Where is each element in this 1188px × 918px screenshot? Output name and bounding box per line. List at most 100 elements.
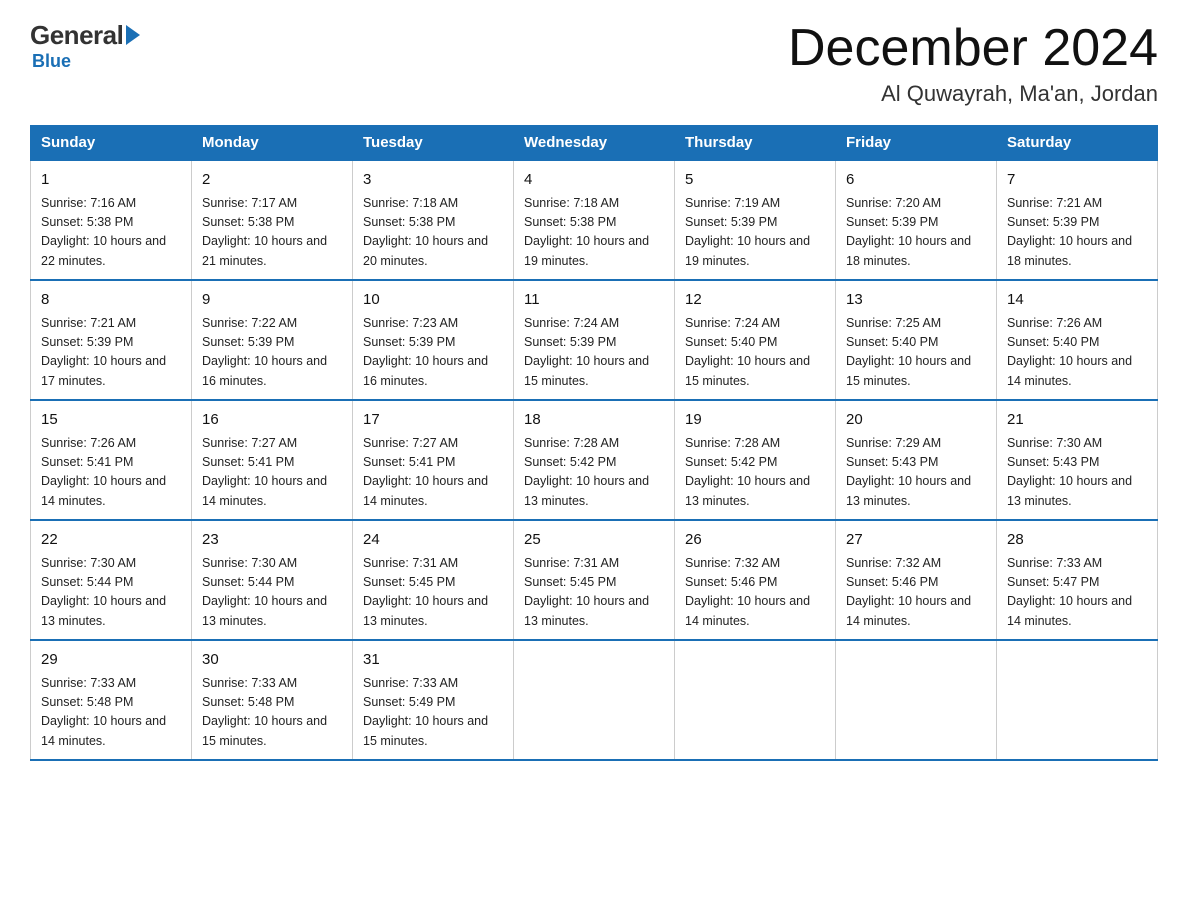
logo-triangle-icon: [126, 25, 140, 45]
day-info: Sunrise: 7:19 AMSunset: 5:39 PMDaylight:…: [685, 194, 825, 272]
day-number: 11: [524, 289, 664, 312]
day-info: Sunrise: 7:28 AMSunset: 5:42 PMDaylight:…: [524, 434, 664, 512]
table-row: 6Sunrise: 7:20 AMSunset: 5:39 PMDaylight…: [836, 160, 997, 280]
day-info: Sunrise: 7:32 AMSunset: 5:46 PMDaylight:…: [846, 554, 986, 632]
day-info: Sunrise: 7:30 AMSunset: 5:43 PMDaylight:…: [1007, 434, 1147, 512]
day-number: 2: [202, 169, 342, 192]
day-info: Sunrise: 7:29 AMSunset: 5:43 PMDaylight:…: [846, 434, 986, 512]
day-number: 1: [41, 169, 181, 192]
day-info: Sunrise: 7:18 AMSunset: 5:38 PMDaylight:…: [363, 194, 503, 272]
logo-blue-text: Blue: [32, 51, 71, 72]
day-number: 29: [41, 649, 181, 672]
table-row: 31Sunrise: 7:33 AMSunset: 5:49 PMDayligh…: [353, 640, 514, 760]
day-info: Sunrise: 7:27 AMSunset: 5:41 PMDaylight:…: [363, 434, 503, 512]
day-info: Sunrise: 7:21 AMSunset: 5:39 PMDaylight:…: [41, 314, 181, 392]
table-row: 18Sunrise: 7:28 AMSunset: 5:42 PMDayligh…: [514, 400, 675, 520]
day-number: 19: [685, 409, 825, 432]
day-info: Sunrise: 7:33 AMSunset: 5:48 PMDaylight:…: [41, 674, 181, 752]
day-number: 24: [363, 529, 503, 552]
day-number: 3: [363, 169, 503, 192]
column-header-wednesday: Wednesday: [514, 126, 675, 161]
day-info: Sunrise: 7:20 AMSunset: 5:39 PMDaylight:…: [846, 194, 986, 272]
day-info: Sunrise: 7:28 AMSunset: 5:42 PMDaylight:…: [685, 434, 825, 512]
day-info: Sunrise: 7:22 AMSunset: 5:39 PMDaylight:…: [202, 314, 342, 392]
day-number: 21: [1007, 409, 1147, 432]
table-row: 3Sunrise: 7:18 AMSunset: 5:38 PMDaylight…: [353, 160, 514, 280]
day-number: 12: [685, 289, 825, 312]
table-row: 10Sunrise: 7:23 AMSunset: 5:39 PMDayligh…: [353, 280, 514, 400]
table-row: 26Sunrise: 7:32 AMSunset: 5:46 PMDayligh…: [675, 520, 836, 640]
page-subtitle: Al Quwayrah, Ma'an, Jordan: [788, 81, 1158, 107]
table-row: 25Sunrise: 7:31 AMSunset: 5:45 PMDayligh…: [514, 520, 675, 640]
day-number: 8: [41, 289, 181, 312]
table-row: 16Sunrise: 7:27 AMSunset: 5:41 PMDayligh…: [192, 400, 353, 520]
day-info: Sunrise: 7:17 AMSunset: 5:38 PMDaylight:…: [202, 194, 342, 272]
day-info: Sunrise: 7:24 AMSunset: 5:39 PMDaylight:…: [524, 314, 664, 392]
day-info: Sunrise: 7:30 AMSunset: 5:44 PMDaylight:…: [202, 554, 342, 632]
day-info: Sunrise: 7:23 AMSunset: 5:39 PMDaylight:…: [363, 314, 503, 392]
day-info: Sunrise: 7:16 AMSunset: 5:38 PMDaylight:…: [41, 194, 181, 272]
calendar-week-row: 22Sunrise: 7:30 AMSunset: 5:44 PMDayligh…: [31, 520, 1158, 640]
day-number: 6: [846, 169, 986, 192]
table-row: 27Sunrise: 7:32 AMSunset: 5:46 PMDayligh…: [836, 520, 997, 640]
table-row: 15Sunrise: 7:26 AMSunset: 5:41 PMDayligh…: [31, 400, 192, 520]
calendar-week-row: 15Sunrise: 7:26 AMSunset: 5:41 PMDayligh…: [31, 400, 1158, 520]
day-info: Sunrise: 7:26 AMSunset: 5:40 PMDaylight:…: [1007, 314, 1147, 392]
table-row: 1Sunrise: 7:16 AMSunset: 5:38 PMDaylight…: [31, 160, 192, 280]
table-row: [997, 640, 1158, 760]
day-info: Sunrise: 7:18 AMSunset: 5:38 PMDaylight:…: [524, 194, 664, 272]
calendar-header-row: SundayMondayTuesdayWednesdayThursdayFrid…: [31, 126, 1158, 161]
table-row: 12Sunrise: 7:24 AMSunset: 5:40 PMDayligh…: [675, 280, 836, 400]
calendar-week-row: 1Sunrise: 7:16 AMSunset: 5:38 PMDaylight…: [31, 160, 1158, 280]
table-row: 19Sunrise: 7:28 AMSunset: 5:42 PMDayligh…: [675, 400, 836, 520]
day-number: 18: [524, 409, 664, 432]
day-number: 5: [685, 169, 825, 192]
day-info: Sunrise: 7:33 AMSunset: 5:47 PMDaylight:…: [1007, 554, 1147, 632]
column-header-tuesday: Tuesday: [353, 126, 514, 161]
calendar-table: SundayMondayTuesdayWednesdayThursdayFrid…: [30, 125, 1158, 761]
table-row: 11Sunrise: 7:24 AMSunset: 5:39 PMDayligh…: [514, 280, 675, 400]
day-info: Sunrise: 7:32 AMSunset: 5:46 PMDaylight:…: [685, 554, 825, 632]
table-row: [836, 640, 997, 760]
day-number: 28: [1007, 529, 1147, 552]
day-info: Sunrise: 7:31 AMSunset: 5:45 PMDaylight:…: [524, 554, 664, 632]
day-number: 25: [524, 529, 664, 552]
table-row: 17Sunrise: 7:27 AMSunset: 5:41 PMDayligh…: [353, 400, 514, 520]
logo: General Blue: [30, 20, 140, 72]
table-row: 30Sunrise: 7:33 AMSunset: 5:48 PMDayligh…: [192, 640, 353, 760]
day-number: 23: [202, 529, 342, 552]
table-row: 13Sunrise: 7:25 AMSunset: 5:40 PMDayligh…: [836, 280, 997, 400]
day-number: 15: [41, 409, 181, 432]
table-row: 23Sunrise: 7:30 AMSunset: 5:44 PMDayligh…: [192, 520, 353, 640]
day-info: Sunrise: 7:30 AMSunset: 5:44 PMDaylight:…: [41, 554, 181, 632]
day-number: 27: [846, 529, 986, 552]
column-header-monday: Monday: [192, 126, 353, 161]
day-info: Sunrise: 7:25 AMSunset: 5:40 PMDaylight:…: [846, 314, 986, 392]
column-header-friday: Friday: [836, 126, 997, 161]
day-info: Sunrise: 7:31 AMSunset: 5:45 PMDaylight:…: [363, 554, 503, 632]
table-row: 8Sunrise: 7:21 AMSunset: 5:39 PMDaylight…: [31, 280, 192, 400]
table-row: 28Sunrise: 7:33 AMSunset: 5:47 PMDayligh…: [997, 520, 1158, 640]
day-info: Sunrise: 7:24 AMSunset: 5:40 PMDaylight:…: [685, 314, 825, 392]
title-area: December 2024 Al Quwayrah, Ma'an, Jordan: [788, 20, 1158, 107]
table-row: 2Sunrise: 7:17 AMSunset: 5:38 PMDaylight…: [192, 160, 353, 280]
day-number: 9: [202, 289, 342, 312]
day-number: 17: [363, 409, 503, 432]
table-row: 24Sunrise: 7:31 AMSunset: 5:45 PMDayligh…: [353, 520, 514, 640]
day-info: Sunrise: 7:33 AMSunset: 5:48 PMDaylight:…: [202, 674, 342, 752]
table-row: [675, 640, 836, 760]
calendar-week-row: 29Sunrise: 7:33 AMSunset: 5:48 PMDayligh…: [31, 640, 1158, 760]
table-row: 22Sunrise: 7:30 AMSunset: 5:44 PMDayligh…: [31, 520, 192, 640]
table-row: [514, 640, 675, 760]
day-number: 4: [524, 169, 664, 192]
day-number: 31: [363, 649, 503, 672]
day-number: 30: [202, 649, 342, 672]
day-number: 26: [685, 529, 825, 552]
table-row: 21Sunrise: 7:30 AMSunset: 5:43 PMDayligh…: [997, 400, 1158, 520]
column-header-sunday: Sunday: [31, 126, 192, 161]
logo-general-text: General: [30, 20, 123, 51]
day-info: Sunrise: 7:26 AMSunset: 5:41 PMDaylight:…: [41, 434, 181, 512]
day-number: 10: [363, 289, 503, 312]
table-row: 5Sunrise: 7:19 AMSunset: 5:39 PMDaylight…: [675, 160, 836, 280]
table-row: 9Sunrise: 7:22 AMSunset: 5:39 PMDaylight…: [192, 280, 353, 400]
